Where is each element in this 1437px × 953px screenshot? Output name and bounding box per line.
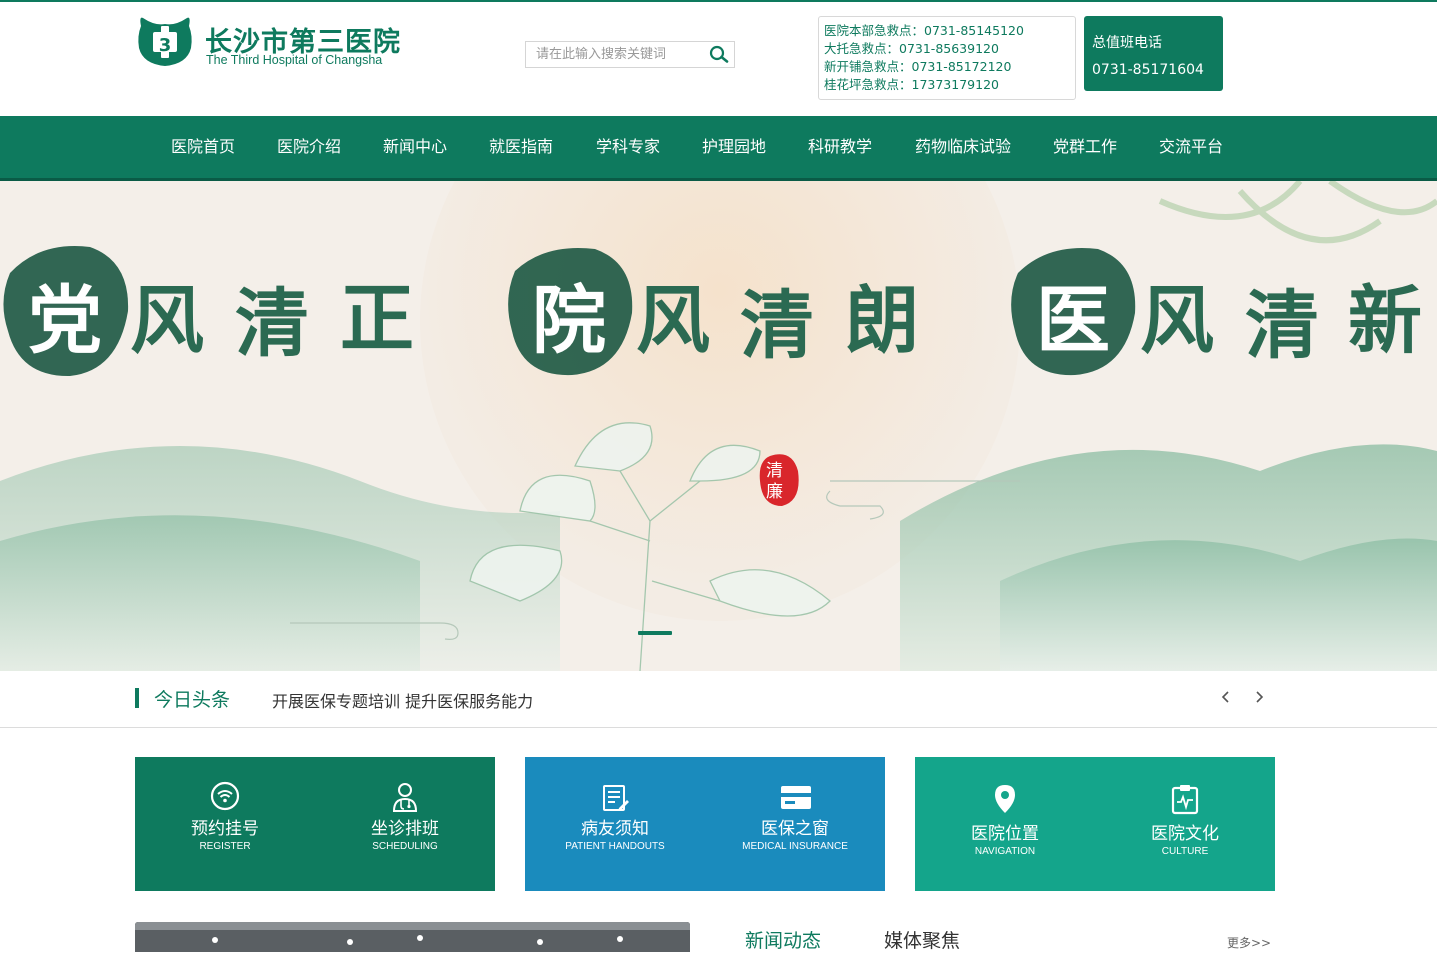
slogan-char: 风 <box>1140 278 1214 364</box>
service-title: 病友须知 <box>581 819 649 839</box>
slogan-char: 朗 <box>845 278 919 364</box>
service-group-hospital: 医院位置 NAVIGATION 医院文化 CULTURE <box>915 757 1275 891</box>
location-pin-icon <box>995 785 1015 813</box>
notepad-icon <box>603 785 629 811</box>
emergency-phone-list: 医院本部急救点：0731-85145120 大托急救点：0731-8563912… <box>818 16 1076 100</box>
news-photo[interactable] <box>135 922 690 952</box>
slogan-char: 新 <box>1348 278 1422 364</box>
duty-phone-number: 0731-85171604 <box>1092 62 1204 78</box>
slogan-char: 正 <box>340 276 414 362</box>
svg-text:3: 3 <box>159 35 172 56</box>
headline-label: 今日头条 <box>154 689 231 711</box>
service-group-patient: 病友须知 PATIENT HANDOUTS 医保之窗 MEDICAL INSUR… <box>525 757 885 891</box>
service-title: 预约挂号 <box>191 819 259 839</box>
search-input[interactable] <box>536 44 701 64</box>
nav-item-experts[interactable]: 学科专家 <box>596 116 660 178</box>
logo-title-en: The Third Hospital of Changsha <box>206 53 383 67</box>
nav-item-clinical-trials[interactable]: 药物临床试验 <box>915 116 1011 178</box>
service-culture[interactable]: 医院文化 CULTURE <box>1095 757 1275 891</box>
service-title: 医院位置 <box>971 824 1039 844</box>
nav-item-guide[interactable]: 就医指南 <box>489 116 553 178</box>
chevron-left-icon[interactable] <box>1216 685 1234 709</box>
emergency-line: 桂花坪急救点：17373179120 <box>824 77 999 92</box>
duty-phone-title: 总值班电话 <box>1092 35 1162 51</box>
service-medical-insurance[interactable]: 医保之窗 MEDICAL INSURANCE <box>705 757 885 891</box>
card-icon <box>781 786 811 809</box>
nav-item-about[interactable]: 医院介绍 <box>277 116 341 178</box>
service-scheduling[interactable]: 坐诊排班 SCHEDULING <box>315 757 495 891</box>
nav-item-news[interactable]: 新闻中心 <box>383 116 447 178</box>
slogan-char: 院 <box>532 278 606 364</box>
wifi-circle-icon <box>210 781 240 811</box>
emergency-line: 新开铺急救点：0731-85172120 <box>824 59 1012 74</box>
service-navigation[interactable]: 医院位置 NAVIGATION <box>915 757 1095 891</box>
slogan-char: 清 <box>1245 283 1319 369</box>
headline-link[interactable]: 开展医保专题培训 提升医保服务能力 <box>272 688 533 712</box>
slogan-char: 清 <box>235 281 309 367</box>
nav-item-research[interactable]: 科研教学 <box>808 116 872 178</box>
service-subtitle: PATIENT HANDOUTS <box>565 841 665 852</box>
more-link[interactable]: 更多>> <box>1227 934 1271 951</box>
chevron-right-icon[interactable] <box>1251 685 1269 709</box>
banner-carousel-dots <box>638 631 672 635</box>
search-icon[interactable] <box>708 44 730 64</box>
nav-item-party[interactable]: 党群工作 <box>1053 116 1117 178</box>
clipboard-pulse-icon <box>1171 785 1199 815</box>
carousel-dot-active[interactable] <box>638 631 672 635</box>
service-group-register: 预约挂号 REGISTER 坐诊排班 SCHEDULING <box>135 757 495 891</box>
doctor-icon <box>392 783 418 812</box>
slogan-char: 风 <box>130 278 204 364</box>
search-box <box>525 41 735 68</box>
nav-item-nursing[interactable]: 护理园地 <box>702 116 766 178</box>
seal-char: 清 <box>766 461 783 481</box>
service-subtitle: SCHEDULING <box>372 841 438 852</box>
slogan-char: 风 <box>636 278 710 364</box>
duty-phone-box: 总值班电话 0731-85171604 <box>1084 16 1223 91</box>
service-subtitle: REGISTER <box>199 841 251 852</box>
tab-news-updates[interactable]: 新闻动态 <box>745 926 821 953</box>
service-subtitle: MEDICAL INSURANCE <box>742 841 848 852</box>
news-photo-image <box>135 922 690 952</box>
hero-banner[interactable]: 党 风 清 正 院 风 清 朗 医 风 清 新 清 廉 <box>0 181 1437 671</box>
top-accent-line <box>0 0 1437 2</box>
service-title: 坐诊排班 <box>371 819 439 839</box>
emergency-line: 大托急救点：0731-85639120 <box>824 41 999 56</box>
tab-media-focus[interactable]: 媒体聚焦 <box>884 926 960 953</box>
service-title: 医院文化 <box>1151 824 1219 844</box>
service-title: 医保之窗 <box>761 819 829 839</box>
emergency-line: 医院本部急救点：0731-85145120 <box>824 23 1024 38</box>
slogan-char: 清 <box>740 283 814 369</box>
service-register[interactable]: 预约挂号 REGISTER <box>135 757 315 891</box>
hospital-logo-icon: 3 <box>138 17 192 67</box>
nav-item-home[interactable]: 医院首页 <box>171 116 235 178</box>
hospital-logo[interactable]: 3 长沙市第三医院 The Third Hospital of Changsha <box>135 14 415 70</box>
service-subtitle: CULTURE <box>1161 846 1209 857</box>
service-subtitle: NAVIGATION <box>974 846 1036 857</box>
nav-item-exchange[interactable]: 交流平台 <box>1159 116 1223 178</box>
banner-slogan-art: 党 风 清 正 院 风 清 朗 医 风 清 新 清 廉 <box>3 246 1422 506</box>
headline-ticker: 今日头条 开展医保专题培训 提升医保服务能力 <box>0 671 1437 728</box>
service-patient-handouts[interactable]: 病友须知 PATIENT HANDOUTS <box>525 757 705 891</box>
main-nav: 医院首页 医院介绍 新闻中心 就医指南 学科专家 护理园地 科研教学 药物临床试… <box>0 116 1437 181</box>
slogan-char: 医 <box>1036 278 1110 364</box>
headline-accent-bar <box>135 688 139 708</box>
slogan-char: 党 <box>28 278 102 364</box>
seal-char: 廉 <box>766 482 783 502</box>
